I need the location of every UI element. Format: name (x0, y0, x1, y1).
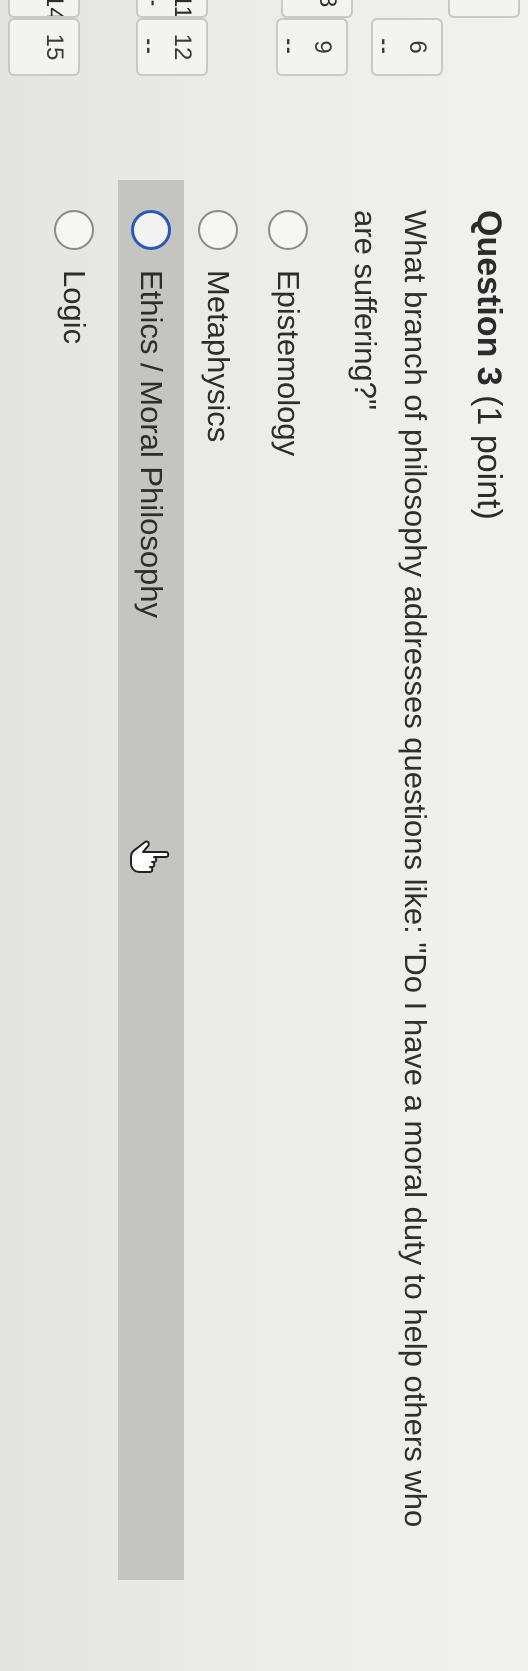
pointer-hand-icon (130, 840, 170, 873)
radio-button[interactable] (268, 210, 308, 250)
nav-tile-number: 9 (309, 40, 336, 54)
nav-tile-number: 11 (169, 0, 196, 18)
question-points: (1 point) (470, 395, 508, 520)
radio-button[interactable] (54, 210, 94, 250)
nav-tile-partial[interactable]: 11 -- (136, 0, 208, 18)
nav-tile-status: -- (373, 38, 395, 56)
nav-tile-number: 12 (169, 33, 196, 61)
nav-tile-partial[interactable]: 8 - (281, 0, 353, 18)
nav-tile-number: 15 (41, 33, 68, 61)
nav-tile-question-12[interactable]: 12 -- (136, 18, 208, 76)
answer-option-label: Logic (57, 270, 92, 345)
question-title: Question 3 (1 point) (469, 210, 508, 520)
nav-tile-question-15[interactable]: 15 (8, 18, 80, 76)
answer-option-label: Ethics / Moral Philosophy (134, 270, 169, 619)
nav-tile-question-6[interactable]: 6 -- (371, 18, 443, 76)
radio-button[interactable] (198, 210, 238, 250)
nav-tile-partial[interactable]: - (448, 0, 520, 18)
nav-tile-question-9[interactable]: 9 -- (276, 18, 348, 76)
answer-option-label: Metaphysics (201, 270, 236, 443)
radio-button[interactable] (131, 210, 171, 250)
nav-tile-partial[interactable]: 14 (8, 0, 80, 18)
quiz-page: - 6 -- 8 - 9 -- 11 -- 12 -- 14 15 Q (0, 0, 528, 1671)
answer-option[interactable]: Metaphysics (188, 190, 248, 1590)
answer-option[interactable]: Logic (44, 190, 104, 1590)
answer-option-label: Epistemology (271, 270, 306, 457)
nav-tile-status: -- (138, 38, 160, 56)
nav-tile-status: -- (144, 0, 164, 6)
nav-tile-number: 14 (41, 0, 68, 18)
nav-tile-status: -- (278, 38, 300, 56)
question-number: Question 3 (470, 210, 508, 386)
question-navigator: - 6 -- 8 - 9 -- 11 -- 12 -- 14 15 (0, 0, 528, 160)
answer-option-hovered[interactable]: Ethics / Moral Philosophy (118, 180, 184, 1580)
answer-option[interactable]: Epistemology (258, 190, 318, 1590)
nav-tile-number: 6 (404, 40, 431, 54)
nav-tile-number: 8 (314, 0, 341, 8)
question-prompt: What branch of philosophy addresses ques… (348, 210, 433, 1528)
